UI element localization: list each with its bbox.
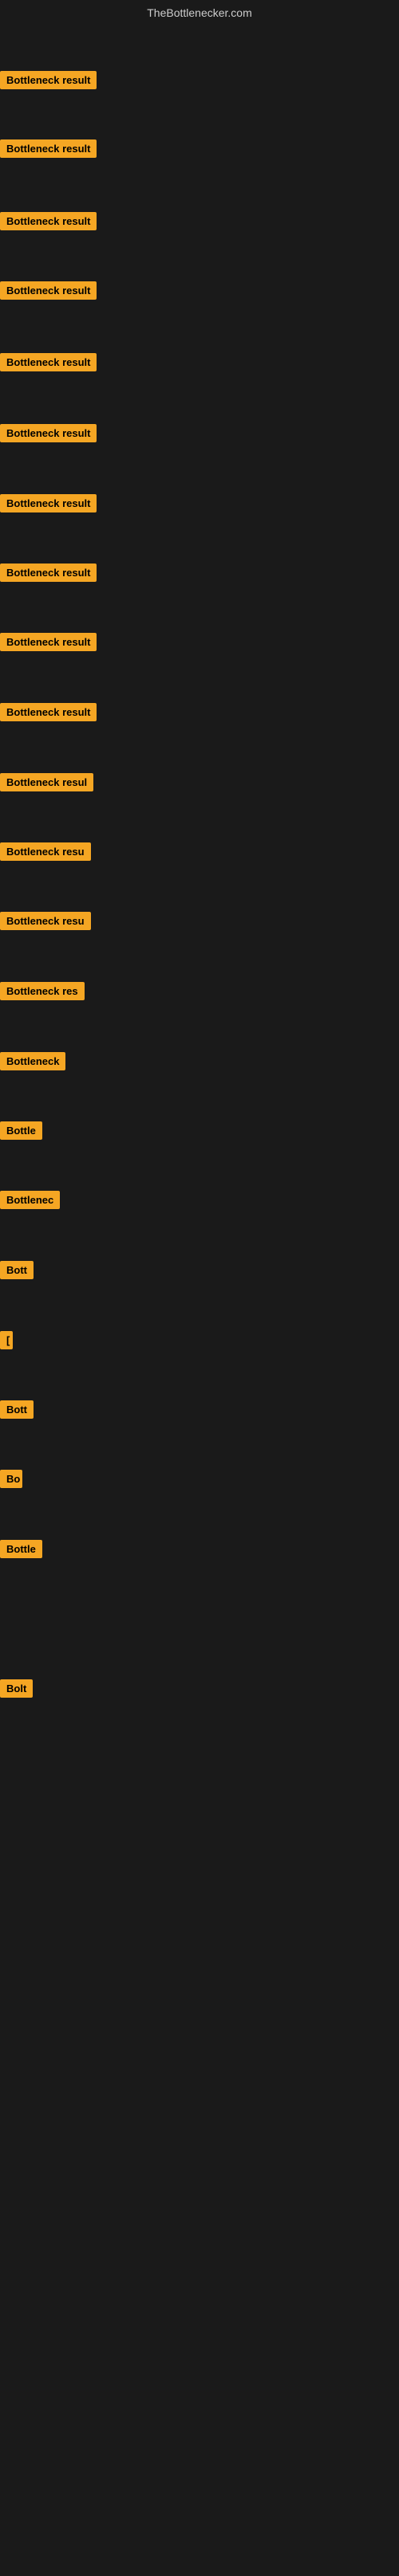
bottleneck-badge: Bottleneck resu xyxy=(0,912,91,930)
bottleneck-badge: Bolt xyxy=(0,1679,33,1698)
bottleneck-result-item: Bo xyxy=(0,1470,22,1492)
bottleneck-result-item: Bottleneck result xyxy=(0,139,97,162)
bottleneck-result-item: Bottleneck result xyxy=(0,703,97,725)
bottleneck-badge: Bottle xyxy=(0,1121,42,1140)
bottleneck-result-item: Bottleneck resu xyxy=(0,912,91,934)
bottleneck-badge: Bottlenec xyxy=(0,1191,60,1209)
bottleneck-result-item: Bolt xyxy=(0,1679,33,1702)
bottleneck-result-item: Bottleneck result xyxy=(0,564,97,586)
bottleneck-badge: Bottleneck xyxy=(0,1052,65,1070)
bottleneck-result-item: Bottleneck result xyxy=(0,353,97,375)
bottleneck-result-item: Bottleneck result xyxy=(0,424,97,446)
bottleneck-badge: Bottleneck result xyxy=(0,633,97,651)
bottleneck-result-item: Bottleneck resu xyxy=(0,842,91,865)
bottleneck-badge: Bottleneck result xyxy=(0,353,97,371)
bottleneck-result-item: Bottle xyxy=(0,1540,42,1562)
bottleneck-result-item: Bott xyxy=(0,1261,34,1283)
bottleneck-badge: Bottleneck result xyxy=(0,281,97,300)
bottleneck-badge: Bottleneck result xyxy=(0,494,97,512)
bottleneck-result-item: Bottleneck result xyxy=(0,281,97,304)
bottleneck-badge: Bottleneck result xyxy=(0,212,97,230)
bottleneck-result-item: Bottleneck result xyxy=(0,71,97,93)
bottleneck-result-item: Bottleneck xyxy=(0,1052,65,1074)
bottleneck-result-item: Bottle xyxy=(0,1121,42,1144)
bottleneck-result-item: Bottleneck res xyxy=(0,982,85,1004)
bottleneck-result-item: Bottleneck result xyxy=(0,494,97,516)
site-title: TheBottlenecker.com xyxy=(0,0,399,26)
bottleneck-badge: Bottleneck result xyxy=(0,703,97,721)
bottleneck-badge: Bottleneck res xyxy=(0,982,85,1000)
bottleneck-badge: Bott xyxy=(0,1261,34,1279)
bottleneck-result-item: Bott xyxy=(0,1400,34,1423)
bottleneck-badge: Bo xyxy=(0,1470,22,1488)
bottleneck-result-item: Bottlenec xyxy=(0,1191,60,1213)
bottleneck-result-item: [ xyxy=(0,1331,13,1353)
bottleneck-badge: Bott xyxy=(0,1400,34,1419)
bottleneck-result-item: Bottleneck result xyxy=(0,212,97,234)
bottleneck-badge: Bottleneck resul xyxy=(0,773,93,791)
bottleneck-badge: Bottleneck result xyxy=(0,424,97,442)
bottleneck-badge: Bottleneck result xyxy=(0,564,97,582)
bottleneck-result-item: Bottleneck resul xyxy=(0,773,93,795)
bottleneck-result-item: Bottleneck result xyxy=(0,633,97,655)
bottleneck-badge: [ xyxy=(0,1331,13,1349)
bottleneck-badge: Bottleneck resu xyxy=(0,842,91,861)
bottleneck-badge: Bottle xyxy=(0,1540,42,1558)
bottleneck-badge: Bottleneck result xyxy=(0,139,97,158)
bottleneck-badge: Bottleneck result xyxy=(0,71,97,89)
